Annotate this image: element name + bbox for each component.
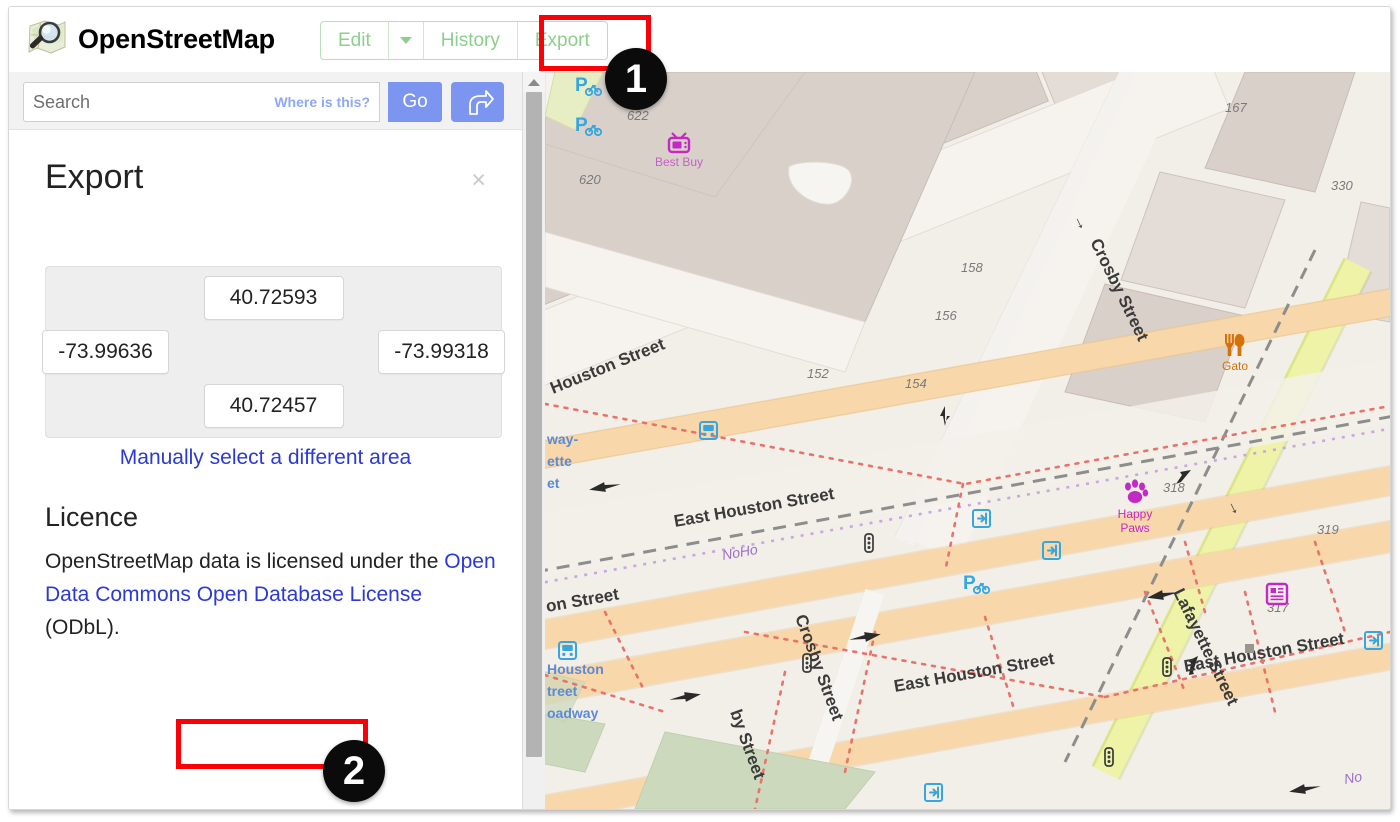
sidebar-scrollbar[interactable]	[522, 72, 545, 809]
logo-and-brand[interactable]: OpenStreetMap	[25, 17, 275, 61]
osm-magnifier-logo-icon	[28, 20, 66, 54]
svg-text:way-: way-	[546, 431, 578, 447]
svg-text:oadway: oadway	[547, 705, 599, 721]
brand-title: OpenStreetMap	[78, 23, 275, 54]
poi-label-happy-paws-1: Happy	[1118, 507, 1153, 521]
svg-text:Houston: Houston	[547, 661, 604, 677]
manually-select-area-link[interactable]: Manually select a different area	[9, 446, 522, 470]
close-icon[interactable]: ×	[471, 168, 486, 193]
licence-suffix-text: (ODbL).	[45, 616, 120, 639]
search-input[interactable]	[24, 91, 277, 113]
house-number-330: 330	[1331, 178, 1353, 193]
directions-arrow-icon	[468, 90, 494, 115]
site-header: OpenStreetMap Edit History Export	[9, 7, 1390, 73]
house-number-167: 167	[1225, 100, 1247, 115]
svg-text:treet: treet	[547, 683, 578, 699]
directions-button[interactable]	[451, 82, 504, 122]
licence-intro-text: OpenStreetMap data is licensed under the	[45, 550, 439, 573]
house-number-319: 319	[1317, 522, 1339, 537]
step-badge-1: 1	[605, 48, 667, 110]
bbox-max-lon-input[interactable]: -73.99318	[378, 330, 505, 374]
licence-text: OpenStreetMap data is licensed under the…	[45, 545, 500, 644]
nav-history-button[interactable]: History	[424, 22, 518, 59]
panel-title: Export	[45, 158, 144, 196]
map-node-marker	[1245, 644, 1254, 653]
search-row: Where is this? Go	[23, 82, 504, 122]
poi-label-best-buy: Best Buy	[655, 155, 703, 169]
map-label-noho-2: No	[1343, 768, 1364, 787]
house-number-156: 156	[935, 308, 957, 323]
scrollbar-thumb[interactable]	[526, 92, 542, 757]
bbox-max-lat-input[interactable]: 40.72593	[203, 276, 344, 320]
poi-label-gato: Gato	[1222, 359, 1248, 373]
house-number-620: 620	[579, 172, 601, 187]
svg-text:et: et	[547, 475, 560, 491]
export-panel: Export × 40.72593 -73.99636 -73.99318 40…	[9, 130, 522, 809]
where-is-this-link[interactable]: Where is this?	[274, 94, 370, 110]
nav-edit-dropdown-button[interactable]	[389, 22, 424, 59]
scroll-up-arrow-icon[interactable]	[523, 72, 545, 92]
search-field-wrapper[interactable]: Where is this?	[23, 82, 380, 122]
map-render: .bldg { fill:#d9d0ca; stroke:#c8bdb6; st…	[545, 72, 1390, 809]
step-badge-2: 2	[323, 740, 385, 802]
poi-label-happy-paws-2: Paws	[1120, 521, 1149, 535]
svg-text:ette: ette	[547, 453, 572, 469]
bbox-min-lat-input[interactable]: 40.72457	[203, 384, 344, 428]
chevron-down-icon	[399, 37, 412, 44]
search-go-button[interactable]: Go	[388, 82, 442, 122]
house-number-318: 318	[1163, 480, 1185, 495]
bbox-min-lon-input[interactable]: -73.99636	[42, 330, 169, 374]
house-number-152: 152	[807, 366, 829, 381]
bounding-box-selector: 40.72593 -73.99636 -73.99318 40.72457	[42, 266, 505, 438]
house-number-158: 158	[961, 260, 983, 275]
screenshot-root: OpenStreetMap Edit History Export Where …	[0, 0, 1400, 822]
app-window: OpenStreetMap Edit History Export Where …	[8, 6, 1391, 810]
licence-heading: Licence	[45, 502, 139, 532]
house-number-622: 622	[627, 108, 649, 123]
nav-edit-button[interactable]: Edit	[321, 22, 389, 59]
map-canvas[interactable]: .bldg { fill:#d9d0ca; stroke:#c8bdb6; st…	[545, 72, 1390, 809]
left-sidebar: Where is this? Go Export × 40.72593 -73.…	[9, 72, 522, 809]
search-bar: Where is this? Go	[9, 72, 522, 130]
house-number-154: 154	[905, 376, 927, 391]
